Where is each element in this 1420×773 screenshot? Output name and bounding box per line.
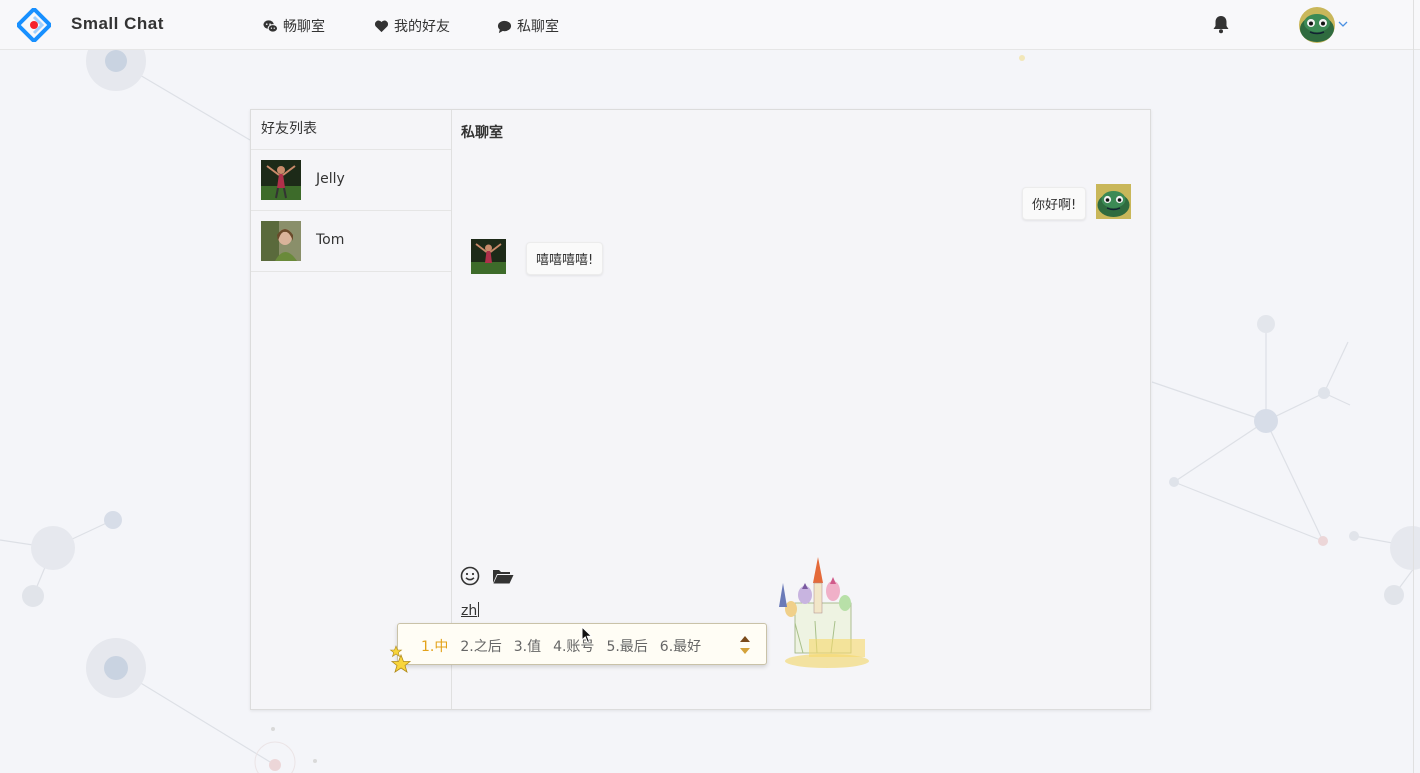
message-bubble-sent: 你好啊! [1022,187,1087,220]
brand-name[interactable]: Small Chat [71,14,164,34]
friend-item-tom[interactable]: Tom [251,211,451,272]
nav-item-friends[interactable]: 我的好友 [374,16,450,36]
castle-skin-decoration-icon [779,557,869,668]
friends-list-title: 好友列表 [251,110,451,150]
friend-name: Jelly [316,171,345,187]
ime-candidate[interactable]: 2.之后 [460,636,501,656]
nav-item-label: 私聊室 [517,19,559,35]
avatar [261,160,301,200]
ime-candidate[interactable]: 3.值 [514,636,541,656]
window-edge [1413,0,1414,773]
chat-title: 私聊室 [461,125,503,141]
ime-candidates: 1.中 2.之后 3.值 4.账号 5.最后 6.最好 [421,636,701,656]
star-icon [389,645,412,673]
heart-icon [374,20,389,32]
wechat-icon [263,19,278,33]
top-navbar: Small Chat 畅聊室 我的好友 私聊室 [0,0,1420,50]
avatar [261,221,301,261]
chat-panel: 好友列表 Jelly Tom 私聊室 你好啊! 嘻嘻嘻嘻! zh [250,109,1151,710]
avatar[interactable] [1096,184,1131,219]
avatar[interactable] [471,239,506,274]
bell-icon[interactable] [1211,14,1231,34]
nav-item-label: 畅聊室 [283,19,325,35]
friend-name: Tom [316,232,345,248]
ime-candidate[interactable]: 5.最后 [606,636,647,656]
friends-list: 好友列表 Jelly Tom [251,110,452,709]
nav-item-group-chat[interactable]: 畅聊室 [263,16,325,36]
app-logo[interactable] [17,8,51,42]
mouse-cursor-icon [581,626,593,644]
folder-open-icon[interactable] [492,565,514,587]
message-bubble-received: 嘻嘻嘻嘻! [526,242,604,275]
ime-page-arrows-icon[interactable] [738,633,752,657]
ime-candidate[interactable]: 1.中 [421,636,448,656]
nav-item-label: 我的好友 [394,19,450,35]
chevron-down-icon[interactable] [1337,18,1349,30]
user-avatar[interactable] [1299,7,1335,43]
chat-bubble-icon [497,20,512,33]
nav-item-private-chat[interactable]: 私聊室 [497,16,559,36]
smiley-icon[interactable] [459,565,481,587]
ime-candidate[interactable]: 6.最好 [660,636,701,656]
friend-item-jelly[interactable]: Jelly [251,150,451,211]
message-input[interactable]: zh [461,602,480,619]
